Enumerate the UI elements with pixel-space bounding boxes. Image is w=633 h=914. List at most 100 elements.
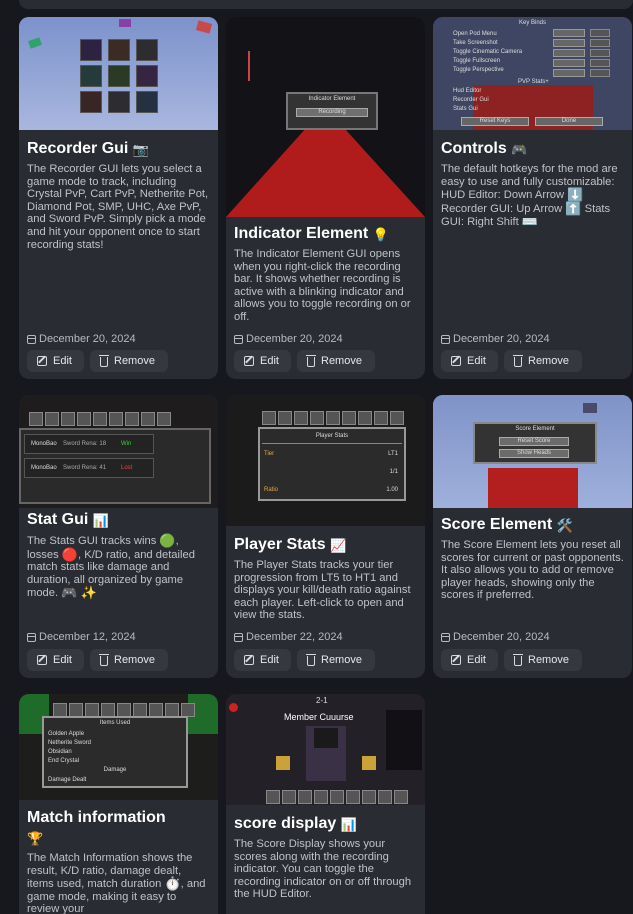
- trophy-icon: 🏆: [27, 831, 44, 846]
- card-description: The Match Information shows the result, …: [27, 852, 206, 914]
- stat-gui-thumbnail: MonoBao Sword Rena: 18 Win MonoBao Sword…: [19, 395, 218, 508]
- sparkles-icon: ✨: [80, 585, 97, 601]
- card-indicator-element: Indicator Element Recording Indicator El…: [226, 17, 425, 379]
- card-date: December 20, 2024: [441, 631, 550, 643]
- trash-icon: [99, 355, 109, 367]
- remove-button[interactable]: Remove: [504, 649, 582, 671]
- card-match-information: Items Used Golden Apple Netherite Sword …: [19, 694, 218, 914]
- card-player-stats: Player Stats Tier LT1 1/1 Ratio 1.00 Pla…: [226, 395, 425, 678]
- tools-icon: 🛠️: [556, 518, 573, 533]
- card-description: The Score Element lets you reset all sco…: [441, 539, 624, 602]
- card-title: score display 📊: [234, 815, 357, 832]
- score-display-thumbnail: 2-1 Member Cuuurse: [226, 694, 425, 805]
- red-circle-icon: 🔴: [61, 546, 79, 562]
- card-description: The Stats GUI tracks wins 🟢, losses 🔴, K…: [27, 533, 195, 601]
- edit-button[interactable]: Edit: [441, 649, 498, 671]
- mode-slot: [80, 39, 102, 61]
- calendar-icon: [234, 632, 243, 642]
- pencil-icon: [37, 655, 47, 665]
- card-description: The Player Stats tracks your tier progre…: [234, 559, 411, 622]
- edit-button[interactable]: Edit: [27, 649, 84, 671]
- card-title: Score Element 🛠️: [441, 516, 573, 533]
- match-information-thumbnail: Items Used Golden Apple Netherite Sword …: [19, 694, 218, 800]
- edit-button[interactable]: Edit: [234, 649, 291, 671]
- pencil-icon: [451, 356, 461, 366]
- card-description: The default hotkeys for the mod are easy…: [441, 163, 618, 230]
- card-title: Match information 🏆: [27, 809, 166, 846]
- mode-slot: [136, 91, 158, 113]
- card-title: Indicator Element 💡: [234, 225, 389, 242]
- camera-icon: 📷: [132, 142, 149, 157]
- mode-slot: [136, 39, 158, 61]
- card-title: Controls 🎮: [441, 140, 528, 157]
- calendar-icon: [234, 334, 243, 344]
- card-recorder-gui: Recorder Gui 📷 The Recorder GUI lets you…: [19, 17, 218, 379]
- card-description: The Recorder GUI lets you select a game …: [27, 163, 209, 251]
- mode-selection-grid: [80, 39, 160, 113]
- card-date: December 20, 2024: [441, 333, 550, 345]
- player-stats-thumbnail: Player Stats Tier LT1 1/1 Ratio 1.00: [226, 395, 425, 526]
- calendar-icon: [27, 632, 36, 642]
- mode-slot: [136, 65, 158, 87]
- edit-button[interactable]: Edit: [234, 350, 291, 372]
- recorder-gui-thumbnail: [19, 17, 218, 130]
- edit-button[interactable]: Edit: [441, 350, 498, 372]
- lightbulb-icon: 💡: [372, 227, 389, 242]
- card-score-element: Score Element Reset Score Show Heads Sco…: [433, 395, 632, 678]
- pencil-icon: [37, 356, 47, 366]
- card-date: December 12, 2024: [27, 631, 136, 643]
- pencil-icon: [244, 356, 254, 366]
- match-info-panel: Items Used Golden Apple Netherite Sword …: [42, 716, 188, 788]
- remove-button[interactable]: Remove: [90, 350, 168, 372]
- mode-slot: [108, 65, 130, 87]
- indicator-element-thumbnail: Indicator Element Recording: [226, 17, 425, 217]
- remove-button[interactable]: Remove: [90, 649, 168, 671]
- card-description: The Indicator Element GUI opens when you…: [234, 248, 411, 323]
- previous-card-edge: [19, 0, 633, 9]
- keybind-list: Open Pod Menu Take Screenshot Toggle Cin…: [453, 31, 523, 73]
- controls-thumbnail: Key Binds Open Pod Menu Take Screenshot …: [433, 17, 632, 130]
- bar-chart-icon: 📊: [92, 513, 109, 528]
- trash-icon: [99, 654, 109, 666]
- card-date: December 20, 2024: [27, 333, 136, 345]
- card-date: December 22, 2024: [234, 631, 343, 643]
- card-description: The Score Display shows your scores alon…: [234, 838, 412, 901]
- card-title: Stat Gui 📊: [27, 511, 109, 528]
- stopwatch-icon: ⏱️: [164, 876, 181, 892]
- mode-slot: [80, 65, 102, 87]
- pencil-icon: [244, 655, 254, 665]
- card-title: Player Stats 📈: [234, 536, 347, 553]
- calendar-icon: [27, 334, 36, 344]
- calendar-icon: [441, 334, 450, 344]
- chart-increasing-icon: 📈: [330, 538, 347, 553]
- card-controls: Key Binds Open Pod Menu Take Screenshot …: [433, 17, 632, 379]
- score-element-thumbnail: Score Element Reset Score Show Heads: [433, 395, 632, 508]
- pencil-icon: [451, 655, 461, 665]
- keyboard-icon: ⌨️: [521, 214, 539, 230]
- trash-icon: [306, 654, 316, 666]
- calendar-icon: [441, 632, 450, 642]
- gamepad-icon: 🎮: [511, 142, 528, 157]
- green-circle-icon: 🟢: [159, 533, 176, 548]
- trash-icon: [513, 355, 523, 367]
- score-element-panel: Score Element Reset Score Show Heads: [473, 422, 597, 464]
- indicator-panel: Indicator Element Recording: [286, 92, 378, 130]
- gamepad-icon: 🎮: [61, 585, 78, 601]
- trash-icon: [306, 355, 316, 367]
- bar-chart-icon: 📊: [340, 817, 357, 832]
- remove-button[interactable]: Remove: [297, 350, 375, 372]
- edit-button[interactable]: Edit: [27, 350, 84, 372]
- card-score-display: 2-1 Member Cuuurse score display 📊 The S…: [226, 694, 425, 914]
- player-stats-panel: Player Stats Tier LT1 1/1 Ratio 1.00: [258, 427, 406, 501]
- mode-slot: [108, 91, 130, 113]
- trash-icon: [513, 654, 523, 666]
- stats-list-panel: MonoBao Sword Rena: 18 Win MonoBao Sword…: [19, 428, 211, 504]
- remove-button[interactable]: Remove: [504, 350, 582, 372]
- remove-button[interactable]: Remove: [297, 649, 375, 671]
- up-arrow-icon: ⬆️: [565, 200, 582, 216]
- card-date: December 20, 2024: [234, 333, 343, 345]
- card-stat-gui: MonoBao Sword Rena: 18 Win MonoBao Sword…: [19, 395, 218, 678]
- mode-slot: [108, 39, 130, 61]
- down-arrow-icon: ⬇️: [567, 187, 584, 203]
- card-title: Recorder Gui 📷: [27, 140, 149, 157]
